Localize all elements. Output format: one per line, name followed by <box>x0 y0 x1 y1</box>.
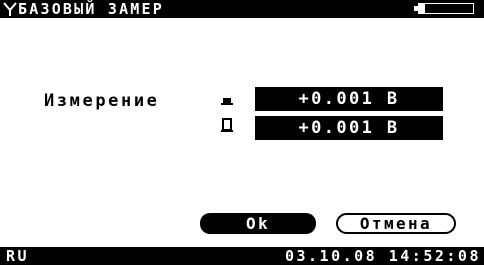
language-indicator: RU <box>6 247 30 265</box>
title-bar: БАЗОВЫЙ ЗАМЕР <box>0 0 484 18</box>
device-screen: БАЗОВЫЙ ЗАМЕР Измерение +0.001 В +0.001 … <box>0 0 484 265</box>
probe-up-icon <box>220 93 234 109</box>
window-title: БАЗОВЫЙ ЗАМЕР <box>18 0 164 18</box>
ok-button[interactable]: Ok <box>200 213 316 234</box>
probe-down-icon <box>220 118 234 134</box>
battery-icon <box>414 3 474 14</box>
status-bar: RU 03.10.08 14:52:08 <box>0 247 484 265</box>
measurement-value-1: +0.001 В <box>255 87 443 111</box>
battery-level <box>419 4 425 13</box>
measurement-value-2: +0.001 В <box>255 116 443 140</box>
date-time: 03.10.08 14:52:08 <box>284 247 481 265</box>
antenna-icon <box>3 1 17 17</box>
measurement-label: Измерение <box>44 91 160 111</box>
cancel-button[interactable]: Отмена <box>336 213 456 234</box>
